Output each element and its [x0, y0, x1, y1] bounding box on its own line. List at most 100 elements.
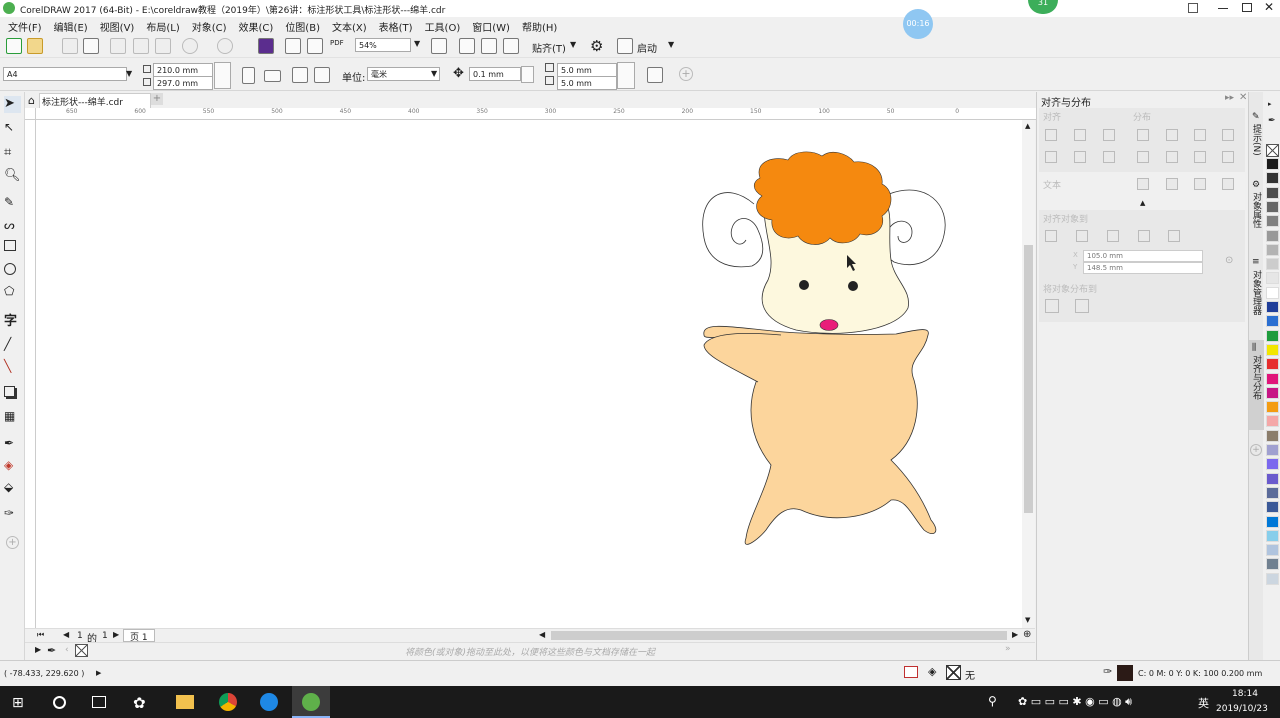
current-page-icon[interactable] — [314, 67, 330, 83]
people-icon[interactable]: ⚲ — [988, 694, 997, 708]
zoom-navigator-icon[interactable]: ⊕ — [1023, 629, 1031, 640]
palette-swatch[interactable] — [1266, 286, 1279, 299]
copy-icon[interactable] — [133, 38, 149, 54]
export-icon[interactable] — [307, 38, 323, 54]
palette-eyedropper-icon[interactable]: ✒ — [47, 644, 56, 657]
text-first-line-icon[interactable] — [1137, 178, 1149, 190]
crop-tool-icon[interactable]: ⌗ — [4, 145, 21, 162]
sheep-drawing[interactable] — [36, 120, 1022, 628]
palette-swatch[interactable] — [1266, 272, 1279, 285]
palette-swatch[interactable] — [1266, 486, 1279, 499]
landscape-icon[interactable] — [264, 70, 281, 82]
palette-swatch[interactable] — [1266, 401, 1279, 414]
align-right-icon[interactable] — [1103, 129, 1115, 141]
publish-pdf-icon[interactable]: PDF — [330, 39, 344, 47]
align-bottom-icon[interactable] — [1103, 151, 1115, 163]
docker-collapse-icon[interactable]: ▸▸ — [1225, 93, 1234, 103]
text-bbox-icon[interactable] — [1222, 178, 1234, 190]
palette-swatch[interactable] — [1266, 458, 1279, 471]
snap-to-menu[interactable]: 贴齐(T) — [532, 40, 566, 55]
redo-icon[interactable] — [217, 38, 233, 54]
artistic-media-tool-icon[interactable]: ᔕ — [4, 218, 21, 235]
palette-swatch[interactable] — [1266, 558, 1279, 571]
palette-swatch[interactable] — [1266, 301, 1279, 313]
pick-tool-icon[interactable]: ➤ — [4, 96, 21, 113]
palette-swatch[interactable] — [1266, 544, 1279, 557]
cortana-search-icon[interactable] — [53, 696, 66, 709]
palette-swatch[interactable] — [1266, 158, 1279, 170]
align-center-v-icon[interactable] — [1074, 151, 1086, 163]
docker-tab-align[interactable]: 对齐与分布 — [1250, 355, 1263, 400]
select-point-icon[interactable]: ⊙ — [1225, 255, 1233, 266]
interactive-fill-tool-icon[interactable]: ◈ — [4, 458, 21, 475]
eyedropper-tool-icon[interactable]: ✒ — [4, 436, 21, 453]
restore-icon[interactable] — [1242, 3, 1252, 12]
page-size-dropdown-icon[interactable]: ▼ — [126, 69, 132, 78]
notification-badge[interactable]: 31 — [1028, 0, 1058, 14]
palette-swatch[interactable] — [1266, 386, 1279, 399]
file-explorer-icon[interactable] — [176, 695, 194, 709]
shape-tool-icon[interactable]: ↖ — [4, 120, 21, 137]
drop-shadow-tool-icon[interactable] — [4, 386, 21, 403]
new-document-icon[interactable] — [6, 38, 22, 54]
distribute-right-icon[interactable] — [1222, 129, 1234, 141]
align-top-icon[interactable] — [1045, 151, 1057, 163]
width-stepper[interactable] — [214, 62, 231, 89]
add-tool-icon[interactable]: + — [6, 536, 19, 549]
page-height-field[interactable]: 297.0 mm — [153, 76, 213, 90]
page-size-select[interactable]: A4 — [3, 67, 127, 81]
distribute-spacing-h-icon[interactable] — [1194, 129, 1206, 141]
docker-tab-object-manager[interactable]: 对象管理器 — [1250, 270, 1263, 315]
page-center-icon[interactable] — [1107, 230, 1119, 242]
zoom-dropdown-icon[interactable]: ▼ — [414, 39, 420, 48]
distribute-center-v-icon[interactable] — [1166, 151, 1178, 163]
task-view-icon[interactable] — [92, 696, 106, 708]
page-width-field[interactable]: 210.0 mm — [153, 63, 213, 77]
windows-start-icon[interactable]: ⊞ — [12, 695, 24, 711]
options-gear-icon[interactable]: ⚙ — [590, 37, 603, 55]
units-select[interactable]: 毫米 — [367, 67, 440, 81]
cut-icon[interactable] — [110, 38, 126, 54]
launch-dropdown-icon[interactable]: ▼ — [668, 40, 674, 49]
vertical-scrollbar[interactable]: ▲ ▼ — [1022, 120, 1035, 628]
new-tab-icon[interactable]: + — [151, 93, 163, 105]
palette-swatch[interactable] — [1266, 572, 1279, 585]
duplicate-y-field[interactable]: 5.0 mm — [557, 76, 617, 90]
palette-swatch[interactable] — [1266, 258, 1279, 271]
palette-swatch[interactable] — [1266, 186, 1279, 199]
corel-connect-icon[interactable] — [258, 38, 274, 54]
parallel-dimension-tool-icon[interactable]: ╱ — [4, 337, 21, 354]
zoom-level-field[interactable]: 54% — [355, 38, 411, 52]
distribute-top-icon[interactable] — [1137, 151, 1149, 163]
palette-swatch[interactable] — [1266, 501, 1279, 514]
palette-swatch[interactable] — [1266, 243, 1279, 256]
palette-swatch[interactable] — [1266, 229, 1279, 242]
all-pages-icon[interactable] — [292, 67, 308, 83]
palette-swatch[interactable] — [1266, 200, 1279, 213]
show-rulers-icon[interactable] — [459, 38, 475, 54]
full-screen-icon[interactable] — [431, 38, 447, 54]
align-center-h-icon[interactable] — [1074, 129, 1086, 141]
import-icon[interactable] — [285, 38, 301, 54]
nudge-stepper[interactable] — [521, 66, 534, 83]
align-left-icon[interactable] — [1045, 129, 1057, 141]
chrome-icon[interactable] — [219, 693, 237, 711]
ellipse-tool-icon[interactable] — [4, 263, 21, 280]
ime-indicator[interactable]: 英 — [1198, 695, 1209, 711]
palette-expand-icon[interactable]: ▶ — [35, 645, 41, 654]
align-x-field[interactable]: 105.0 mm — [1083, 250, 1203, 262]
palette-swatch[interactable] — [1266, 415, 1279, 428]
palette-swatch[interactable] — [1266, 329, 1279, 342]
pen-outline-tool-icon[interactable]: ✑ — [4, 506, 21, 523]
prev-page-icon[interactable]: ◀ — [63, 630, 69, 639]
scroll-down-icon[interactable]: ▼ — [1025, 616, 1030, 624]
active-objects-icon[interactable] — [1045, 230, 1057, 242]
text-tool-icon[interactable]: 字 — [4, 310, 21, 329]
palette-swatch[interactable] — [1266, 172, 1279, 185]
sogou-app-icon[interactable] — [260, 693, 278, 711]
drawing-canvas[interactable] — [36, 120, 1022, 628]
duplicate-stepper[interactable] — [617, 62, 635, 89]
outline-color-swatch[interactable] — [1117, 665, 1133, 681]
docker-tab-properties[interactable]: 对象属性 — [1250, 192, 1263, 228]
palette-swatch[interactable] — [1266, 215, 1279, 228]
